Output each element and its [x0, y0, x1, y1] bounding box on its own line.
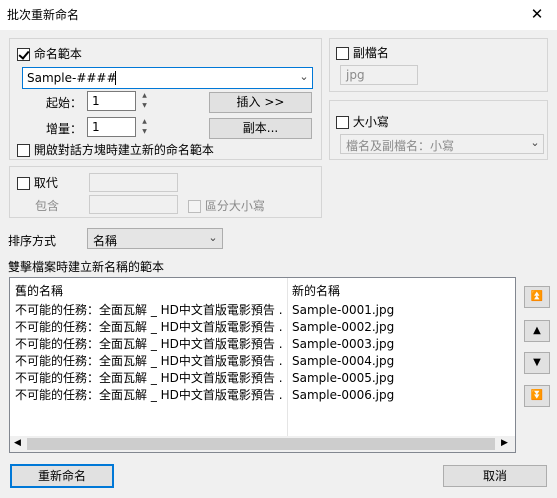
horizontal-scrollbar[interactable]: ◀ ▶ [10, 436, 515, 452]
new-template-label: 開啟對話方塊時建立新的命名範本 [33, 143, 214, 157]
window-title: 批次重新命名 [7, 8, 80, 22]
insert-button[interactable]: 插入 >> [209, 92, 312, 113]
list-item-new[interactable]: Sample-0004.jpg [292, 353, 492, 370]
case-sensitive-row[interactable]: 區分大小寫 [188, 197, 265, 214]
name-template-checkbox[interactable] [17, 48, 30, 61]
contains-label: 包含 [35, 199, 60, 213]
new-template-checkbox[interactable] [17, 144, 30, 157]
step-spinner[interactable]: ▲ ▼ [138, 117, 151, 137]
list-item-new[interactable]: Sample-0002.jpg [292, 319, 492, 336]
preview-list[interactable]: 舊的名稱 新的名稱 不可能的任務：全面瓦解 _ HD中文首版電影預告 ... S… [9, 277, 516, 453]
double-up-icon: ⏫ [530, 291, 544, 302]
list-item-new[interactable]: Sample-0005.jpg [292, 370, 492, 387]
scrollbar-thumb[interactable] [27, 438, 495, 450]
spin-up-icon[interactable]: ▲ [138, 91, 151, 101]
rename-button[interactable]: 重新命名 [10, 464, 114, 488]
start-label: 起始： [46, 96, 83, 110]
list-item-old[interactable]: 不可能的任務：全面瓦解 _ HD中文首版電影預告 ... [15, 353, 283, 370]
list-item-old[interactable]: 不可能的任務：全面瓦解 _ HD中文首版電影預告 ... [15, 302, 283, 319]
contains-input[interactable] [89, 195, 178, 214]
case-sensitive-checkbox[interactable] [188, 200, 201, 213]
replace-checkbox-row[interactable]: 取代 [17, 174, 58, 191]
list-item-old[interactable]: 不可能的任務：全面瓦解 _ HD中文首版電影預告 ... [15, 370, 283, 387]
up-icon: ▲ [533, 325, 541, 336]
spin-down-icon[interactable]: ▼ [138, 101, 151, 111]
double-down-icon: ⏬ [530, 390, 544, 401]
list-item-new[interactable]: Sample-0003.jpg [292, 336, 492, 353]
chevron-down-icon[interactable]: ⌄ [296, 70, 312, 83]
column-header-old[interactable]: 舊的名稱 [15, 282, 63, 299]
copy-button[interactable]: 副本... [209, 118, 312, 139]
spin-down-icon[interactable]: ▼ [138, 127, 151, 137]
start-value: 1 [92, 94, 100, 108]
step-label: 增量： [46, 122, 83, 136]
step-input[interactable]: 1 [87, 117, 136, 137]
list-item-old[interactable]: 不可能的任務：全面瓦解 _ HD中文首版電影預告 ... [15, 387, 283, 404]
down-icon: ▼ [533, 357, 541, 368]
template-value: Sample-#### [27, 71, 117, 85]
list-item-old[interactable]: 不可能的任務：全面瓦解 _ HD中文首版電影預告 ... [15, 336, 283, 353]
case-checkbox[interactable] [336, 116, 349, 129]
sort-value: 名稱 [93, 234, 118, 248]
replace-input[interactable] [89, 173, 178, 192]
cancel-button[interactable]: 取消 [443, 465, 547, 487]
move-up-button[interactable]: ▲ [524, 320, 550, 342]
move-down-button[interactable]: ▼ [524, 352, 550, 374]
extension-checkbox[interactable] [336, 47, 349, 60]
text-cursor [115, 71, 116, 85]
column-header-new[interactable]: 新的名稱 [292, 282, 340, 299]
preview-section-label: 雙擊檔案時建立新名稱的範本 [8, 260, 165, 274]
name-template-checkbox-row[interactable]: 命名範本 [17, 45, 82, 62]
preview-rows: 不可能的任務：全面瓦解 _ HD中文首版電影預告 ... Sample-0001… [10, 302, 515, 412]
extension-value: jpg [346, 68, 365, 82]
replace-checkbox[interactable] [17, 177, 30, 190]
list-item-old[interactable]: 不可能的任務：全面瓦解 _ HD中文首版電影預告 ... [15, 319, 283, 336]
extension-checkbox-row[interactable]: 副檔名 [336, 44, 389, 61]
move-top-button[interactable]: ⏫ [524, 286, 550, 308]
case-option: 檔名及副檔名：小寫 [346, 139, 455, 153]
extension-label: 副檔名 [352, 46, 389, 60]
spin-up-icon[interactable]: ▲ [138, 117, 151, 127]
close-icon[interactable]: ✕ [524, 4, 550, 26]
scroll-left-icon[interactable]: ◀ [14, 438, 21, 448]
case-label: 大小寫 [352, 115, 389, 129]
case-sensitive-label: 區分大小寫 [204, 199, 265, 213]
scroll-right-icon[interactable]: ▶ [501, 438, 508, 448]
list-item-new[interactable]: Sample-0006.jpg [292, 387, 492, 404]
new-template-option-row[interactable]: 開啟對話方塊時建立新的命名範本 [17, 141, 214, 158]
chevron-down-icon[interactable]: ⌄ [205, 231, 221, 244]
list-item-new[interactable]: Sample-0001.jpg [292, 302, 492, 319]
start-spinner[interactable]: ▲ ▼ [138, 91, 151, 111]
sort-label: 排序方式 [8, 234, 57, 248]
extension-input[interactable]: jpg [340, 65, 418, 85]
case-checkbox-row[interactable]: 大小寫 [336, 113, 389, 130]
case-combobox[interactable]: 檔名及副檔名：小寫 ⌄ [340, 134, 544, 154]
template-combobox[interactable]: Sample-#### ⌄ [22, 67, 313, 89]
sort-combobox[interactable]: 名稱 ⌄ [87, 228, 223, 249]
name-template-label: 命名範本 [33, 47, 82, 61]
chevron-down-icon: ⌄ [530, 136, 540, 149]
title-bar [0, 0, 557, 30]
start-input[interactable]: 1 [87, 91, 136, 111]
move-bottom-button[interactable]: ⏬ [524, 385, 550, 407]
replace-label: 取代 [33, 176, 58, 190]
step-value: 1 [92, 120, 100, 134]
